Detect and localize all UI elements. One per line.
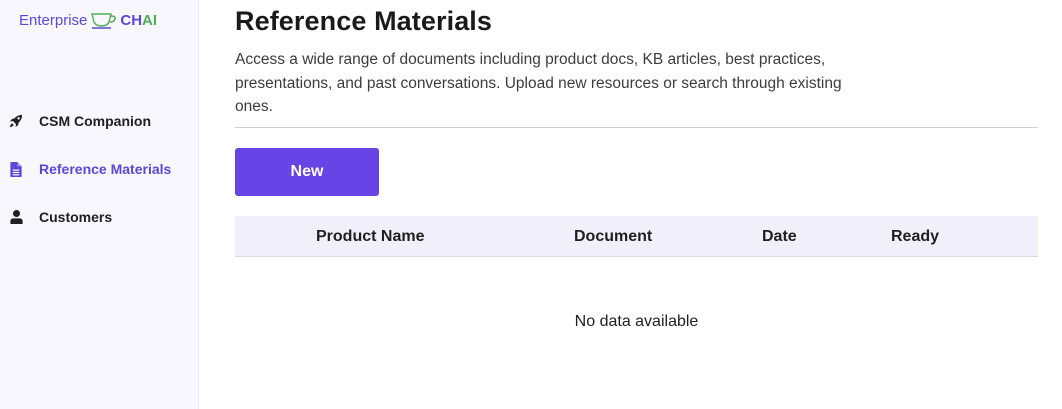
column-header-product-name[interactable]: Product Name [316, 216, 424, 257]
empty-state-message: No data available [574, 313, 699, 330]
column-header-ready[interactable]: Ready [891, 216, 939, 257]
page-title: Reference Materials [235, 6, 493, 36]
rocket-icon [8, 113, 24, 129]
sidebar-item-reference-materials[interactable]: Reference Materials [0, 157, 198, 181]
brand-logo[interactable]: Enterprise CH AI [19, 11, 157, 29]
new-button[interactable]: New [235, 148, 379, 196]
divider [235, 127, 1038, 128]
page-description: Access a wide range of documents includi… [235, 51, 842, 115]
sidebar-item-label: Reference Materials [39, 161, 172, 177]
teacup-icon [90, 11, 118, 29]
main-content: Reference Materials Access a wide range … [199, 0, 1062, 409]
sidebar-item-customers[interactable]: Customers [0, 205, 198, 229]
column-header-date[interactable]: Date [762, 216, 797, 257]
sidebar-item-label: CSM Companion [39, 113, 151, 129]
sidebar-item-csm-companion[interactable]: CSM Companion [0, 109, 198, 133]
brand-ch: CH [120, 11, 143, 29]
brand-prefix: Enterprise [19, 11, 88, 29]
document-icon [8, 161, 24, 177]
reference-materials-table: Product Name Document Date Ready No data… [235, 216, 1038, 330]
sidebar: Enterprise CH AI CSM Companion Reference… [0, 0, 199, 409]
table-header: Product Name Document Date Ready [235, 216, 1038, 257]
brand-ai: AI [142, 11, 158, 29]
app-root: Enterprise CH AI CSM Companion Reference… [0, 0, 1062, 409]
column-header-document[interactable]: Document [574, 216, 652, 257]
sidebar-item-label: Customers [39, 209, 113, 225]
sidebar-nav: CSM Companion Reference Materials Custom… [0, 109, 198, 253]
user-icon [8, 209, 24, 225]
